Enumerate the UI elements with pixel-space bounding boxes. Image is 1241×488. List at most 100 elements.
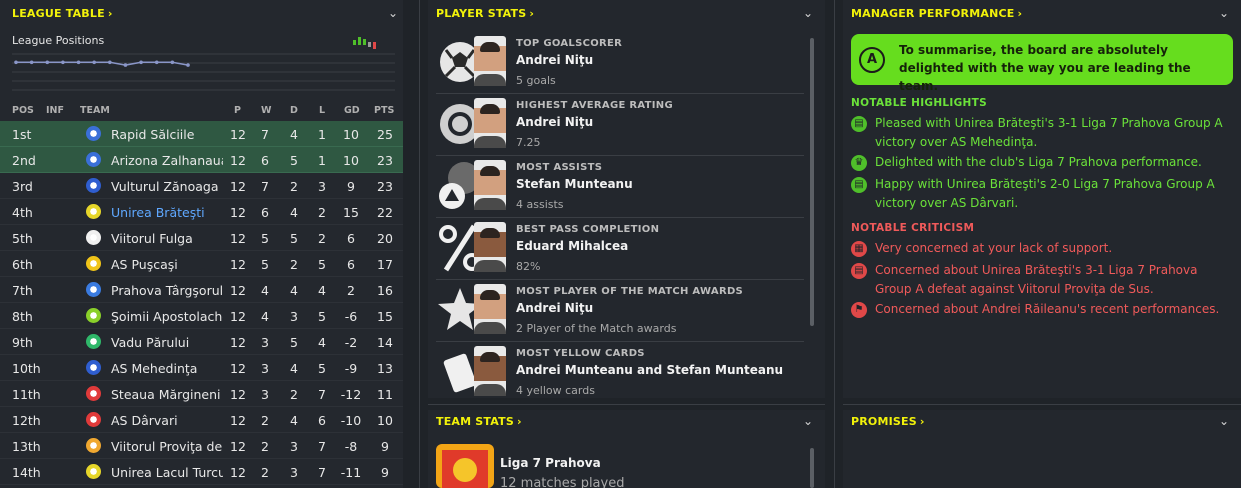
team-name[interactable]: Unirea Lacul Turcului — [111, 465, 223, 480]
drawn-cell: 5 — [290, 231, 298, 246]
divider — [419, 0, 420, 488]
table-row[interactable]: 6th AS Puşcaşi 12 5 2 5 6 17 — [0, 251, 403, 277]
player-stats-header[interactable]: PLAYER STATS › — [428, 0, 825, 26]
table-row[interactable]: 5th Viitorul Fulga 12 5 5 2 6 20 — [0, 225, 403, 251]
table-row[interactable]: 4th Unirea Brăteşti 12 6 4 2 15 22 — [0, 199, 403, 225]
drawn-cell: 3 — [290, 439, 298, 454]
player-name[interactable]: Andrei Niţu — [516, 115, 593, 129]
table-row[interactable]: 14th Unirea Lacul Turcului 12 2 3 7 -11 9 — [0, 459, 403, 485]
player-name[interactable]: Stefan Munteanu — [516, 177, 633, 191]
stat-title: HIGHEST AVERAGE RATING — [516, 100, 673, 111]
col-d[interactable]: D — [290, 105, 298, 116]
team-name[interactable]: Viitorul Proviţa de Sus — [111, 439, 223, 454]
team-name[interactable]: Steaua Mărgineni — [111, 387, 223, 402]
table-row[interactable]: 13th Viitorul Proviţa de Sus 12 2 3 7 -8 9 — [0, 433, 403, 459]
position-cell: 14th — [12, 465, 41, 480]
team-name[interactable]: AS Puşcaşi — [111, 257, 223, 272]
team-name[interactable]: Vulturul Zănoaga — [111, 179, 223, 194]
stat-row-top-goalscorer[interactable]: TOP GOALSCORER Andrei Niţu 5 goals — [436, 32, 804, 94]
match-icon: ▤ — [851, 177, 867, 193]
position-cell: 3rd — [12, 179, 33, 194]
goal-diff-cell: -11 — [340, 465, 362, 480]
points-cell: 11 — [377, 387, 393, 402]
table-row[interactable]: 12th AS Dârvari 12 2 4 6 -10 10 — [0, 407, 403, 433]
col-p[interactable]: P — [234, 105, 241, 116]
table-row[interactable]: 8th Şoimii Apostolache 12 4 3 5 -6 15 — [0, 303, 403, 329]
chevron-down-icon[interactable]: ⌄ — [803, 7, 815, 19]
stat-row-yellow-cards[interactable]: MOST YELLOW CARDS Andrei Munteanu and St… — [436, 342, 804, 398]
team-name[interactable]: Arizona Zalhanaua — [111, 153, 223, 168]
stat-row-pass-completion[interactable]: BEST PASS COMPLETION Eduard Mihalcea 82% — [436, 218, 804, 280]
chevron-down-icon[interactable]: ⌄ — [388, 7, 400, 19]
col-gd[interactable]: GD — [344, 105, 360, 116]
trophy-icon: ♛ — [851, 155, 867, 171]
scrollbar[interactable] — [810, 38, 814, 326]
team-stats-header[interactable]: TEAM STATS › — [428, 410, 825, 432]
promises-header[interactable]: PROMISES › — [843, 410, 1241, 432]
table-row[interactable]: 7th Prahova Târgşorul Vechi 12 4 4 4 2 16 — [0, 277, 403, 303]
team-name[interactable]: Vadu Părului — [111, 335, 223, 350]
chevron-down-icon[interactable]: ⌄ — [803, 415, 815, 427]
points-cell: 14 — [377, 335, 393, 350]
position-line — [16, 61, 189, 66]
team-name[interactable]: Şoimii Apostolache — [111, 309, 223, 324]
chevron-down-icon[interactable]: ⌄ — [1219, 415, 1231, 427]
table-row[interactable]: 1st Rapid Sălciile 12 7 4 1 10 25 — [0, 121, 403, 147]
club-crest-icon — [86, 334, 101, 349]
won-cell: 3 — [261, 387, 269, 402]
col-inf[interactable]: INF — [46, 105, 64, 116]
divider — [843, 404, 1241, 405]
team-name[interactable]: Viitorul Fulga — [111, 231, 223, 246]
stat-value: 5 goals — [516, 74, 556, 87]
stat-title: BEST PASS COMPLETION — [516, 224, 660, 235]
league-table-header[interactable]: LEAGUE TABLE › — [0, 0, 403, 26]
summary-text: To summarise, the board are absolutely d… — [899, 43, 1191, 93]
table-row[interactable]: 3rd Vulturul Zănoaga 12 7 2 3 9 23 — [0, 173, 403, 199]
col-pos[interactable]: POS — [12, 105, 34, 116]
position-point — [170, 60, 175, 65]
points-cell: 9 — [381, 465, 389, 480]
table-row[interactable]: 2nd Arizona Zalhanaua 12 6 5 1 10 23 — [0, 147, 403, 173]
team-name[interactable]: AS Dârvari — [111, 413, 223, 428]
table-row[interactable]: 9th Vadu Părului 12 3 5 4 -2 14 — [0, 329, 403, 355]
drawn-cell: 2 — [290, 179, 298, 194]
position-point — [14, 60, 18, 65]
table-header: POS INF TEAM P W D L GD PTS — [0, 103, 403, 119]
won-cell: 4 — [261, 283, 269, 298]
team-name[interactable]: Prahova Târgşorul Vechi — [111, 283, 223, 298]
position-cell: 7th — [12, 283, 33, 298]
col-l[interactable]: L — [319, 105, 325, 116]
manager-performance-title[interactable]: MANAGER PERFORMANCE — [851, 7, 1014, 20]
won-cell: 5 — [261, 257, 269, 272]
lost-cell: 1 — [318, 127, 326, 142]
col-pts[interactable]: PTS — [374, 105, 394, 116]
position-point — [45, 60, 50, 65]
player-name[interactable]: Andrei Munteanu and Stefan Munteanu — [516, 363, 783, 377]
player-name[interactable]: Andrei Niţu — [516, 53, 593, 67]
lost-cell: 5 — [318, 361, 326, 376]
chevron-down-icon[interactable]: ⌄ — [1219, 7, 1231, 19]
league-table-title[interactable]: LEAGUE TABLE — [12, 7, 105, 20]
col-team[interactable]: TEAM — [80, 105, 110, 116]
table-row[interactable]: 11th Steaua Mărgineni 12 3 2 7 -12 11 — [0, 381, 403, 407]
chevron-right-icon: › — [107, 6, 113, 20]
team-name[interactable]: Rapid Sălciile — [111, 127, 223, 142]
scrollbar[interactable] — [810, 448, 814, 488]
promises-title[interactable]: PROMISES — [851, 415, 917, 428]
table-row[interactable]: 10th AS Mehedinţa 12 3 4 5 -9 13 — [0, 355, 403, 381]
highlight-text: Happy with Unirea Brăteşti's 2-0 Liga 7 … — [875, 177, 1215, 210]
competition-name[interactable]: Liga 7 Prahova — [500, 456, 601, 470]
team-stats-title[interactable]: TEAM STATS — [436, 415, 514, 428]
position-cell: 9th — [12, 335, 33, 350]
stat-row-highest-rating[interactable]: HIGHEST AVERAGE RATING Andrei Niţu 7.25 — [436, 94, 804, 156]
player-name[interactable]: Eduard Mihalcea — [516, 239, 628, 253]
stat-row-potm-awards[interactable]: MOST PLAYER OF THE MATCH AWARDS Andrei N… — [436, 280, 804, 342]
col-w[interactable]: W — [261, 105, 271, 116]
player-stats-title[interactable]: PLAYER STATS — [436, 7, 526, 20]
stat-row-most-assists[interactable]: MOST ASSISTS Stefan Munteanu 4 assists — [436, 156, 804, 218]
team-name[interactable]: Unirea Brăteşti — [111, 205, 223, 220]
manager-performance-header[interactable]: MANAGER PERFORMANCE › — [843, 0, 1241, 26]
player-name[interactable]: Andrei Niţu — [516, 301, 593, 315]
highlights-title: NOTABLE HIGHLIGHTS — [851, 97, 987, 109]
team-name[interactable]: AS Mehedinţa — [111, 361, 223, 376]
